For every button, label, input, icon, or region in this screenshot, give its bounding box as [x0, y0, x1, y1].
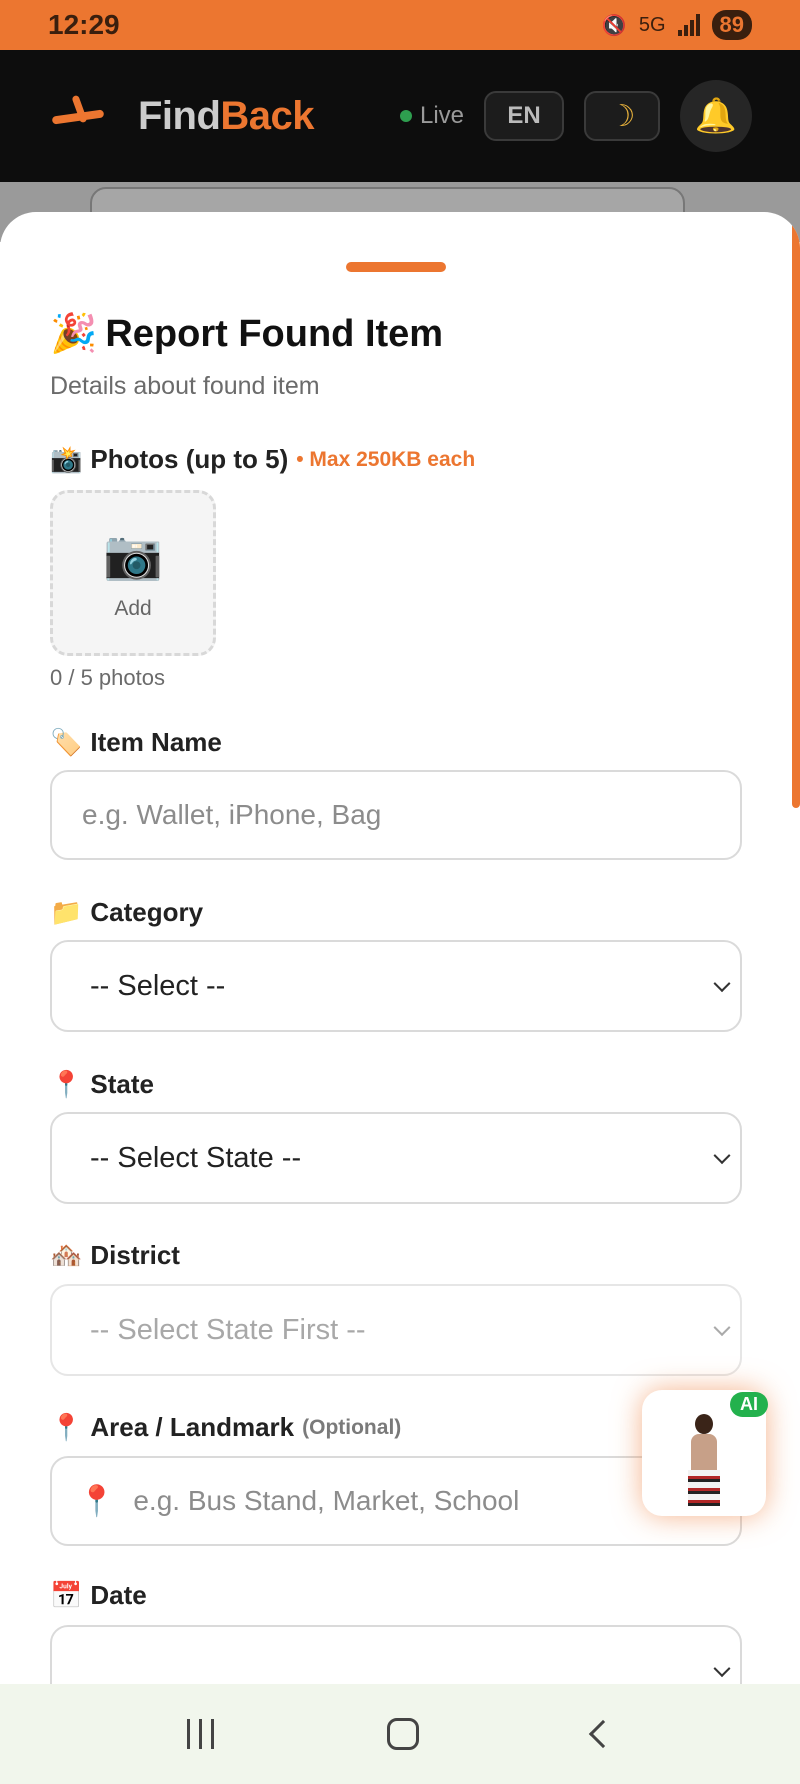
moon-icon: ☽ — [608, 99, 636, 133]
mute-icon: 🔇 — [601, 14, 627, 37]
brand-logo[interactable]: FindBack — [138, 93, 315, 139]
live-dot-icon — [399, 110, 412, 122]
chevron-down-icon — [713, 1147, 731, 1165]
bell-icon: 🔔 — [694, 97, 738, 135]
category-selected-value: -- Select -- — [90, 969, 226, 1002]
add-photo-button[interactable]: 📷 Add — [50, 490, 216, 656]
status-bar: 12:29 🔇 5G 89 — [0, 0, 800, 50]
scrollbar[interactable] — [792, 212, 800, 808]
folder-icon: 📁 — [50, 897, 83, 927]
camera-icon: 📷 — [103, 528, 163, 582]
app-header: FindBack Live EN ☽ 🔔 — [0, 50, 800, 182]
back-button[interactable] — [588, 1719, 618, 1749]
calendar-icon: 📅 — [50, 1580, 83, 1610]
district-label-text: District — [90, 1240, 180, 1270]
state-label: 📍 State — [50, 1069, 154, 1100]
category-label-text: Category — [90, 897, 204, 927]
pin-icon: 📍 — [50, 1069, 83, 1099]
item-name-input[interactable] — [52, 772, 740, 858]
item-name-label: 🏷️ Item Name — [50, 727, 222, 758]
category-select[interactable]: -- Select -- — [50, 940, 742, 1032]
area-field: 📍 — [50, 1456, 742, 1546]
notifications-button[interactable]: 🔔 — [680, 80, 752, 152]
item-name-label-text: Item Name — [90, 727, 222, 757]
photos-label-text: Photos (up to 5) — [90, 444, 289, 474]
chevron-down-icon — [713, 975, 731, 993]
assistant-avatar — [679, 1408, 729, 1512]
live-label: Live — [419, 102, 464, 129]
chevron-down-icon — [713, 1660, 731, 1678]
state-label-text: State — [90, 1069, 154, 1099]
tag-icon: 🏷️ — [50, 727, 83, 757]
add-photo-label: Add — [114, 596, 152, 620]
area-label: 📍 Area / Landmark (Optional) — [50, 1412, 401, 1443]
camera-flash-icon: 📸 — [50, 444, 83, 474]
photos-label: 📸 Photos (up to 5) • Max 250KB each — [50, 444, 475, 475]
language-button[interactable]: EN — [484, 91, 564, 141]
area-optional-note: (Optional) — [302, 1415, 402, 1439]
brand-part1: Find — [138, 93, 221, 138]
district-select[interactable]: -- Select State First -- — [50, 1284, 742, 1376]
district-selected-value: -- Select State First -- — [90, 1313, 366, 1346]
state-select[interactable]: -- Select State -- — [50, 1112, 742, 1204]
sheet-title-text: Report Found Item — [105, 312, 444, 355]
brand-part2: Back — [220, 93, 315, 138]
area-label-text: Area / Landmark — [90, 1412, 295, 1442]
sheet-title: 🎉 Report Found Item — [50, 312, 443, 356]
pin-icon: 📍 — [50, 1412, 83, 1442]
network-type-icon: 5G — [638, 13, 666, 36]
live-indicator: Live — [399, 102, 464, 130]
status-icons: 🔇 5G 89 — [602, 10, 752, 40]
sheet-subtitle: Details about found item — [50, 372, 320, 400]
chevron-down-icon — [713, 1319, 731, 1337]
house-icon: 🏘️ — [50, 1240, 83, 1270]
signal-icon — [677, 14, 700, 36]
system-nav-bar — [0, 1684, 800, 1784]
pin-icon: 📍 — [78, 1484, 116, 1518]
state-selected-value: -- Select State -- — [90, 1141, 302, 1174]
status-time: 12:29 — [48, 9, 120, 40]
home-button[interactable] — [387, 1718, 420, 1750]
date-label-text: Date — [90, 1580, 147, 1610]
party-icon: 🎉 — [50, 313, 98, 355]
item-name-field — [50, 770, 742, 860]
date-picker[interactable] — [50, 1625, 742, 1684]
theme-toggle-button[interactable]: ☽ — [584, 91, 660, 141]
date-label: 📅 Date — [50, 1580, 147, 1611]
photos-max-note: • Max 250KB each — [296, 447, 476, 471]
ai-assistant-button[interactable]: AI — [642, 1390, 768, 1516]
drag-handle[interactable] — [346, 262, 446, 272]
district-label: 🏘️ District — [50, 1240, 180, 1271]
battery-icon: 89 — [711, 10, 752, 40]
ai-badge: AI — [730, 1392, 768, 1417]
logo-icon — [48, 91, 108, 141]
category-label: 📁 Category — [50, 897, 203, 928]
header-controls: Live EN ☽ 🔔 — [399, 80, 752, 152]
photo-count: 0 / 5 photos — [50, 665, 165, 690]
recent-apps-button[interactable] — [186, 1719, 214, 1749]
